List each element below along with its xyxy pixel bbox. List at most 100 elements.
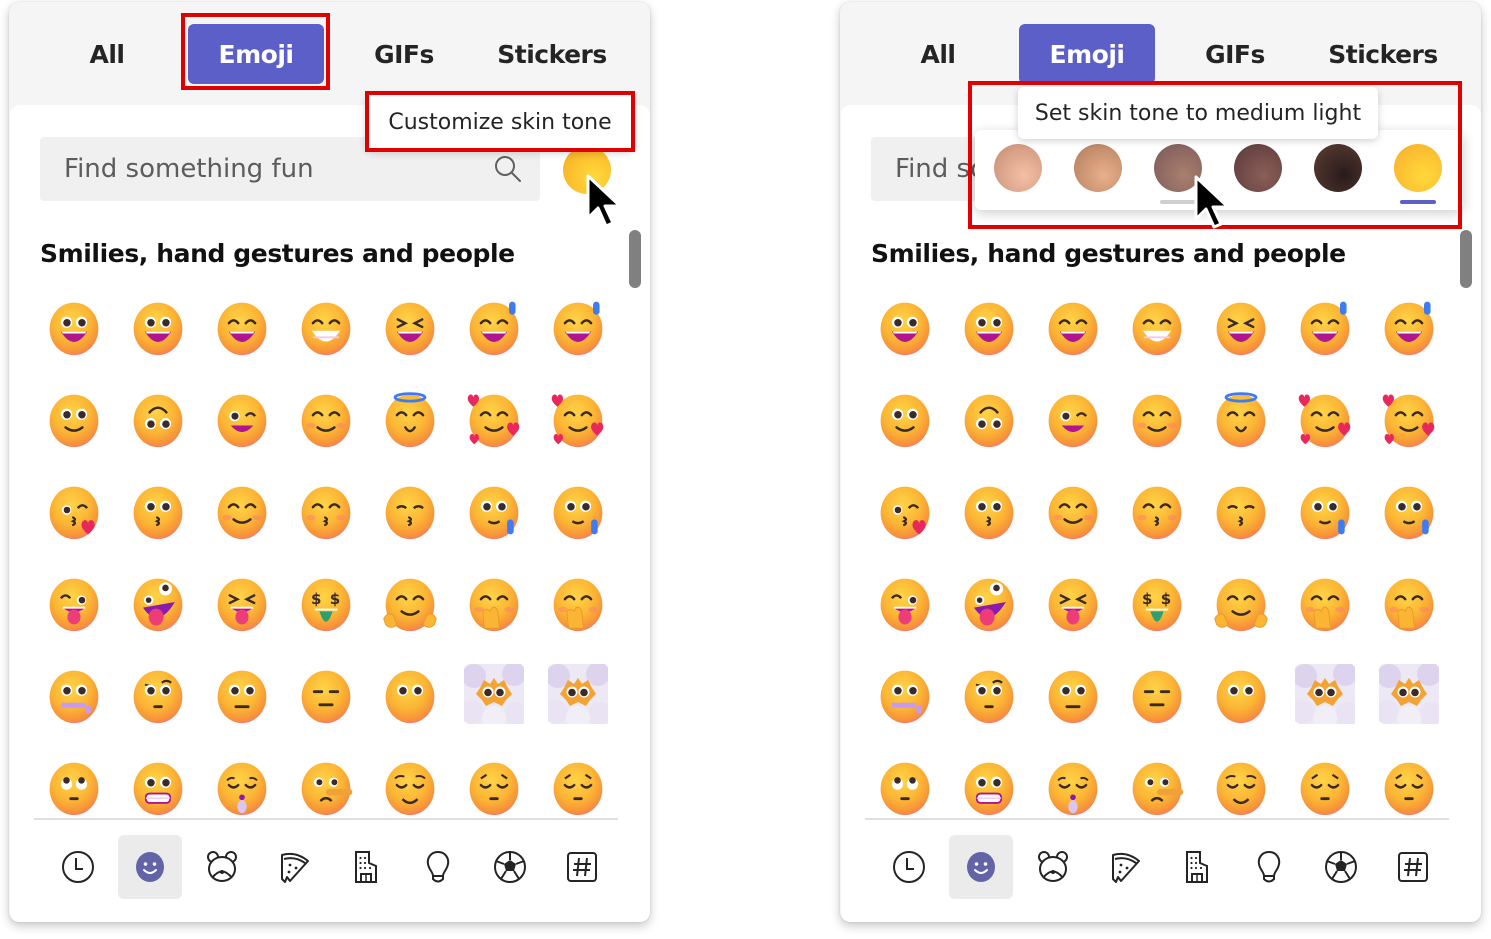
category-objects-button[interactable]	[1237, 835, 1301, 899]
emoji-smiling-face-tear[interactable]	[456, 472, 532, 548]
emoji-smiling-face-tear[interactable]	[1371, 472, 1447, 548]
emoji-beaming-face[interactable]	[1119, 288, 1195, 364]
emoji-smiling-face-hearts[interactable]	[540, 380, 616, 456]
emoji-face-hand-over-mouth[interactable]	[1371, 564, 1447, 640]
emoji-face-raised-eyebrow[interactable]	[951, 656, 1027, 732]
emoji-smiling-face-tear[interactable]	[540, 472, 616, 548]
emoji-face-in-clouds[interactable]	[1287, 656, 1363, 732]
emoji-squinting-face-tongue[interactable]	[1035, 564, 1111, 640]
scrollbar-thumb[interactable]	[629, 230, 641, 288]
emoji-grinning-squinting-face[interactable]	[1203, 288, 1279, 364]
emoji-lying-face[interactable]	[1119, 748, 1195, 815]
search-icon[interactable]	[492, 153, 524, 185]
emoji-face-in-clouds[interactable]	[1371, 656, 1447, 732]
category-smilies-button[interactable]	[949, 835, 1013, 899]
emoji-face-hand-over-mouth[interactable]	[456, 564, 532, 640]
skin-tone-medium-dark[interactable]	[1234, 144, 1282, 192]
emoji-face-blowing-kiss[interactable]	[867, 472, 943, 548]
emoji-smiling-face-smiling-eyes[interactable]	[288, 380, 364, 456]
category-recent-button[interactable]	[46, 835, 110, 899]
emoji-pensive-face[interactable]	[1287, 748, 1363, 815]
emoji-kissing-face-smiling-eyes[interactable]	[288, 472, 364, 548]
tab-gifs[interactable]: GIFs	[336, 24, 472, 84]
emoji-smiling-face[interactable]	[1035, 472, 1111, 548]
emoji-neutral-face[interactable]	[1035, 656, 1111, 732]
category-animals-button[interactable]	[1021, 835, 1085, 899]
emoji-winking-face-tongue[interactable]	[36, 564, 112, 640]
emoji-grimacing-face[interactable]	[120, 748, 196, 815]
category-activities-button[interactable]	[1309, 835, 1373, 899]
emoji-face-hand-over-mouth[interactable]	[1287, 564, 1363, 640]
emoji-face-without-mouth[interactable]	[1203, 656, 1279, 732]
tab-gifs[interactable]: GIFs	[1167, 24, 1303, 84]
emoji-face-hand-over-mouth[interactable]	[540, 564, 616, 640]
category-travel-button[interactable]	[1165, 835, 1229, 899]
emoji-hugging-face[interactable]	[372, 564, 448, 640]
emoji-grinning-face-sweat[interactable]	[1287, 288, 1363, 364]
emoji-slightly-smiling-face[interactable]	[36, 380, 112, 456]
skin-tone-light[interactable]	[994, 144, 1042, 192]
emoji-grimacing-face[interactable]	[951, 748, 1027, 815]
category-symbols-button[interactable]	[1381, 835, 1445, 899]
category-symbols-button[interactable]	[550, 835, 614, 899]
emoji-kissing-face-closed-eyes[interactable]	[1203, 472, 1279, 548]
tab-all[interactable]: All	[39, 24, 175, 84]
emoji-face-in-clouds[interactable]	[540, 656, 616, 732]
skin-tone-medium[interactable]	[1154, 144, 1202, 192]
emoji-face-rolling-eyes[interactable]	[36, 748, 112, 815]
tab-emoji[interactable]: Emoji	[188, 24, 324, 84]
emoji-smiling-face-tear[interactable]	[1287, 472, 1363, 548]
emoji-zipper-mouth-face[interactable]	[36, 656, 112, 732]
emoji-squinting-face-tongue[interactable]	[204, 564, 280, 640]
emoji-expressionless-face[interactable]	[1119, 656, 1195, 732]
emoji-beaming-face[interactable]	[288, 288, 364, 364]
emoji-grinning-face-big-eyes[interactable]	[951, 288, 1027, 364]
emoji-zipper-mouth-face[interactable]	[867, 656, 943, 732]
emoji-winking-face[interactable]	[204, 380, 280, 456]
emoji-hugging-face[interactable]	[1203, 564, 1279, 640]
emoji-smiling-face-halo[interactable]	[1203, 380, 1279, 456]
emoji-grinning-face-sweat[interactable]	[540, 288, 616, 364]
emoji-smiling-face-halo[interactable]	[372, 380, 448, 456]
emoji-kissing-face[interactable]	[951, 472, 1027, 548]
emoji-face-blowing-kiss[interactable]	[36, 472, 112, 548]
skin-tone-default[interactable]	[1394, 144, 1442, 192]
emoji-grinning-face-big-eyes[interactable]	[36, 288, 112, 364]
category-objects-button[interactable]	[406, 835, 470, 899]
emoji-kissing-face[interactable]	[120, 472, 196, 548]
emoji-face-rolling-eyes[interactable]	[867, 748, 943, 815]
category-activities-button[interactable]	[478, 835, 542, 899]
emoji-winking-face-tongue[interactable]	[867, 564, 943, 640]
tab-stickers[interactable]: Stickers	[1315, 24, 1451, 84]
search-input[interactable]	[64, 154, 464, 184]
emoji-money-mouth-face[interactable]: $ $	[288, 564, 364, 640]
emoji-smiling-face-hearts[interactable]	[1287, 380, 1363, 456]
emoji-face-in-clouds[interactable]	[456, 656, 532, 732]
category-food-button[interactable]	[1093, 835, 1157, 899]
emoji-grinning-face-sweat[interactable]	[456, 288, 532, 364]
emoji-face-without-mouth[interactable]	[372, 656, 448, 732]
emoji-face-exhaling[interactable]	[204, 748, 280, 815]
emoji-upside-down-face[interactable]	[120, 380, 196, 456]
scrollbar-thumb[interactable]	[1460, 230, 1472, 288]
emoji-zany-face[interactable]	[120, 564, 196, 640]
tab-all[interactable]: All	[870, 24, 1006, 84]
emoji-grinning-face-sweat[interactable]	[1371, 288, 1447, 364]
tab-stickers[interactable]: Stickers	[484, 24, 620, 84]
emoji-relieved-face[interactable]	[1203, 748, 1279, 815]
skin-tone-dark[interactable]	[1314, 144, 1362, 192]
category-smilies-button[interactable]	[118, 835, 182, 899]
emoji-slightly-smiling-face[interactable]	[867, 380, 943, 456]
emoji-face-raised-eyebrow[interactable]	[120, 656, 196, 732]
emoji-grinning-face-smiling-eyes[interactable]	[1035, 288, 1111, 364]
tab-emoji[interactable]: Emoji	[1019, 24, 1155, 84]
emoji-smiling-face-smiling-eyes[interactable]	[1119, 380, 1195, 456]
emoji-pensive-face[interactable]	[456, 748, 532, 815]
emoji-grinning-face-big-eyes[interactable]	[867, 288, 943, 364]
category-animals-button[interactable]	[190, 835, 254, 899]
emoji-smiling-face[interactable]	[204, 472, 280, 548]
category-travel-button[interactable]	[334, 835, 398, 899]
emoji-expressionless-face[interactable]	[288, 656, 364, 732]
emoji-smiling-face-hearts[interactable]	[456, 380, 532, 456]
emoji-neutral-face[interactable]	[204, 656, 280, 732]
